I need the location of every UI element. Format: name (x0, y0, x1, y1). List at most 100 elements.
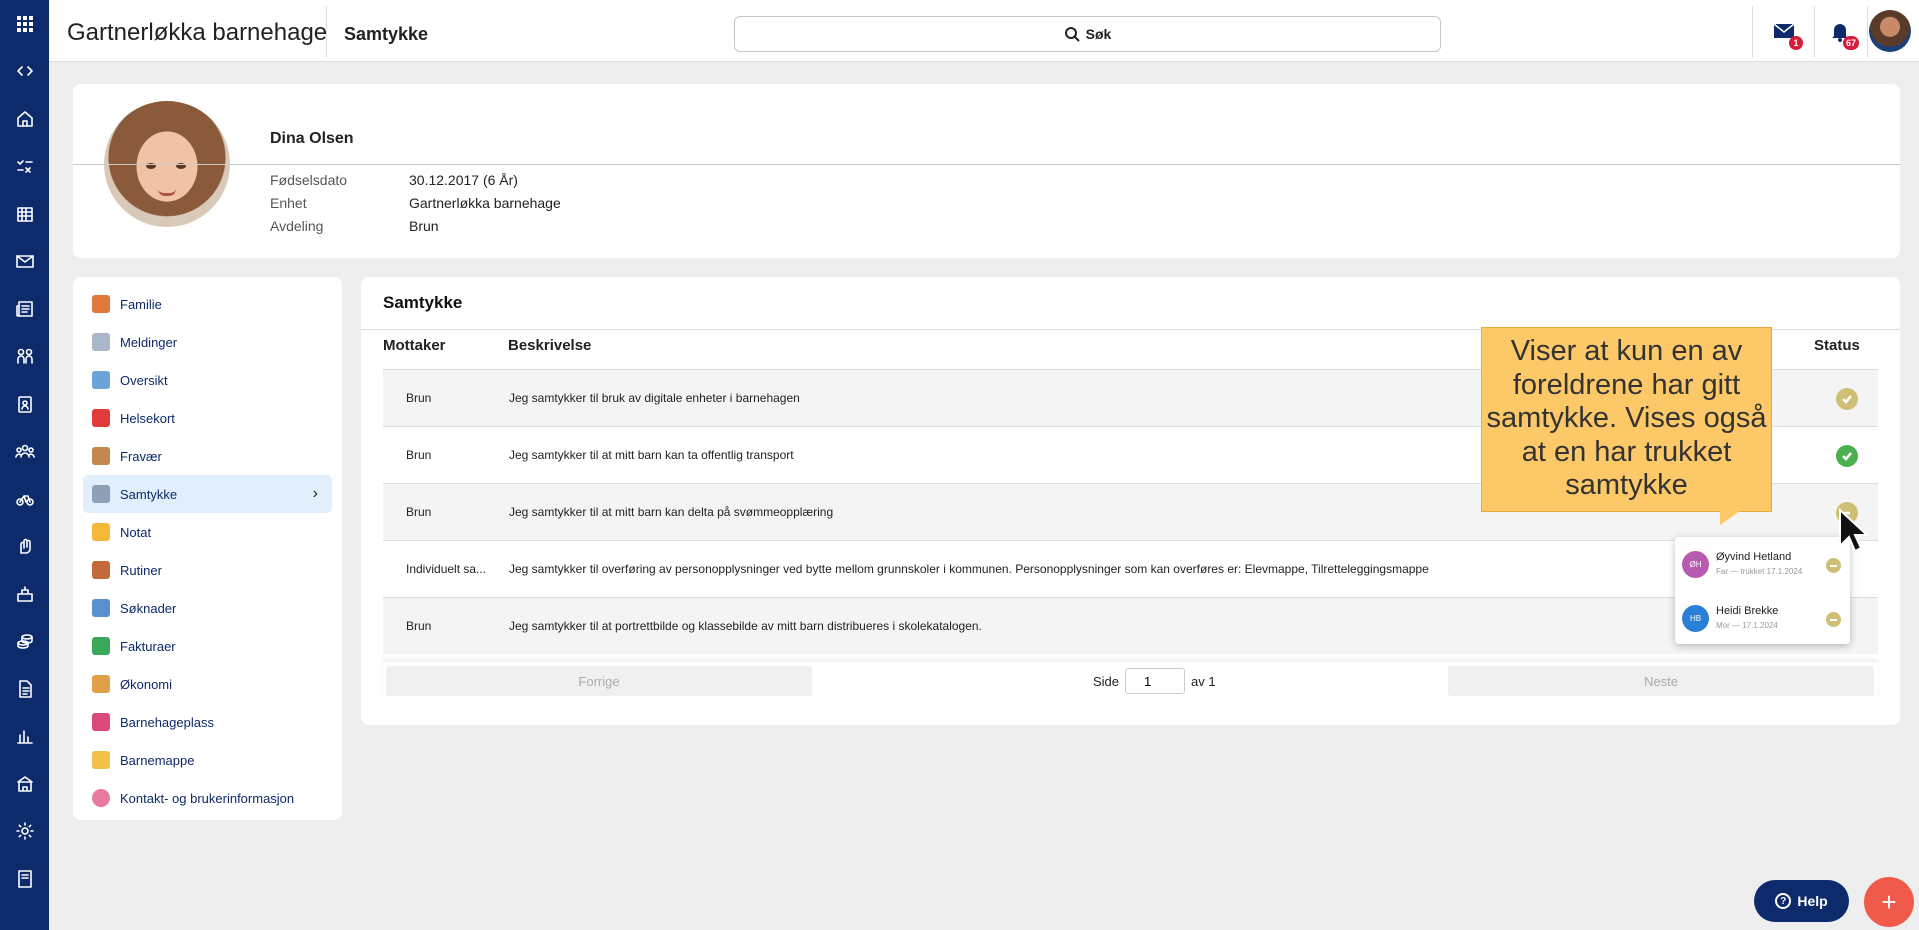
table-row[interactable]: Individuelt sa... Jeg samtykker til over… (383, 540, 1878, 597)
pagination: Forrige Side av 1 Neste (383, 661, 1878, 701)
menu-item-samtykke[interactable]: Samtykke › (83, 475, 332, 513)
coins-icon[interactable] (0, 618, 49, 666)
absence-icon (92, 447, 110, 465)
expand-code-icon[interactable] (0, 48, 49, 96)
withdrawn-status-icon (1826, 558, 1841, 573)
column-header-status[interactable]: Status (1814, 337, 1860, 354)
status-partial-icon[interactable] (1836, 388, 1858, 410)
page-title: Samtykke (344, 24, 429, 44)
menu-item-label: Søknader (120, 600, 177, 616)
divider (1867, 6, 1868, 58)
parent-status: Far — trukket 17.1.2024 (1716, 567, 1803, 576)
child-name: Dina Olsen (270, 130, 354, 147)
bike-icon[interactable] (0, 475, 49, 523)
description-cell: Jeg samtykker til at mitt barn kan ta of… (509, 448, 794, 462)
mail-button[interactable]: 1 (1759, 0, 1809, 62)
description-cell: Jeg samtykker til at portrettbilde og kl… (509, 619, 982, 633)
search-input[interactable]: Søk (734, 16, 1441, 52)
search-label: Søk (1085, 26, 1112, 42)
health-card-icon (92, 409, 110, 427)
column-header-description[interactable]: Beskrivelse (508, 337, 591, 354)
recipient-cell: Brun (406, 391, 432, 405)
consent-status-popover: ØH Øyvind Hetland Far — trukket 17.1.202… (1675, 537, 1850, 644)
description-cell: Jeg samtykker til bruk av digitale enhet… (509, 391, 800, 405)
menu-item-fakturaer[interactable]: Fakturaer (83, 627, 332, 665)
badge-icon[interactable] (0, 380, 49, 428)
help-icon: ? (1775, 893, 1792, 909)
people-icon[interactable] (0, 428, 49, 476)
recipient-cell: Brun (406, 448, 432, 462)
annotation-callout: Viser at kun en av foreldrene har gitt s… (1481, 327, 1772, 512)
menu-item-label: Samtykke (120, 486, 178, 502)
notifications-badge: 67 (1843, 36, 1860, 50)
user-avatar[interactable] (1869, 10, 1911, 52)
folder-icon (92, 751, 110, 769)
menu-item-helsekort[interactable]: Helsekort (83, 399, 332, 437)
home-icon[interactable] (0, 95, 49, 143)
menu-item-notat[interactable]: Notat (83, 513, 332, 551)
next-button[interactable]: Neste (1448, 666, 1874, 696)
divider (326, 6, 327, 58)
notifications-button[interactable]: 67 (1815, 0, 1865, 62)
apps-grid-icon[interactable] (0, 0, 49, 48)
overview-icon (92, 371, 110, 389)
menu-item-label: Oversikt (120, 372, 168, 388)
news-icon[interactable] (0, 285, 49, 333)
menu-item-fravaer[interactable]: Fravær (83, 437, 332, 475)
menu-item-label: Meldinger (120, 334, 178, 350)
menu-item-okonomi[interactable]: Økonomi (83, 665, 332, 703)
school-icon[interactable] (0, 570, 49, 618)
status-approved-icon[interactable] (1836, 445, 1858, 467)
menu-item-label: Rutiner (120, 562, 162, 578)
economy-icon (92, 675, 110, 693)
page-label: Side (1093, 673, 1120, 689)
help-button[interactable]: ? Help (1754, 880, 1849, 922)
menu-item-kontakt[interactable]: Kontakt- og brukerinformasjon (83, 779, 332, 817)
groups-icon[interactable] (0, 333, 49, 381)
document-icon[interactable] (0, 665, 49, 713)
menu-item-label: Fakturaer (120, 638, 176, 654)
routines-icon (92, 561, 110, 579)
parent-name: Øyvind Hetland (1716, 551, 1792, 563)
settings-icon[interactable] (0, 808, 49, 856)
menu-item-barnehageplass[interactable]: Barnehageplass (83, 703, 332, 741)
divider (73, 164, 1900, 165)
table-row[interactable]: Brun Jeg samtykker til at portrettbilde … (383, 597, 1878, 654)
field-label: Fødselsdato (270, 172, 348, 188)
hand-icon[interactable] (0, 523, 49, 571)
left-rail (0, 0, 49, 930)
menu-item-label: Notat (120, 524, 152, 540)
chart-icon[interactable] (0, 713, 49, 761)
mail-icon[interactable] (0, 238, 49, 286)
popover-entry[interactable]: HB Heidi Brekke Mor — 17.1.2024 (1675, 595, 1850, 643)
column-header-recipient[interactable]: Mottaker (383, 337, 446, 354)
menu-item-rutiner[interactable]: Rutiner (83, 551, 332, 589)
add-button[interactable]: + (1864, 877, 1914, 927)
building-icon[interactable] (0, 760, 49, 808)
parent-name: Heidi Brekke (1716, 605, 1779, 617)
menu-item-meldinger[interactable]: Meldinger (83, 323, 332, 361)
field-value: Gartnerløkka barnehage (409, 195, 561, 211)
recipient-cell: Brun (406, 619, 432, 633)
menu-item-label: Familie (120, 296, 162, 312)
page-number-input[interactable] (1125, 668, 1186, 694)
menu-item-barnemappe[interactable]: Barnemappe (83, 741, 332, 779)
pending-status-icon (1826, 612, 1841, 627)
app-title[interactable]: Gartnerløkka barnehage (67, 0, 327, 62)
menu-item-soknader[interactable]: Søknader (83, 589, 332, 627)
divider (1752, 6, 1753, 58)
mail-badge: 1 (1789, 36, 1803, 50)
menu-item-familie[interactable]: Familie (83, 285, 332, 323)
book-icon[interactable] (0, 855, 49, 903)
invoices-icon (92, 637, 110, 655)
child-profile-card: Dina Olsen Fødselsdato 30.12.2017 (6 År)… (73, 84, 1900, 258)
previous-button[interactable]: Forrige (386, 666, 812, 696)
messages-icon (92, 333, 110, 351)
avatar: HB (1682, 605, 1709, 632)
tasks-icon[interactable] (0, 143, 49, 191)
calendar-icon[interactable] (0, 190, 49, 238)
popover-entry[interactable]: ØH Øyvind Hetland Far — trukket 17.1.202… (1675, 541, 1850, 589)
description-cell: Jeg samtykker til at mitt barn kan delta… (509, 505, 834, 519)
recipient-cell: Individuelt sa... (406, 562, 487, 576)
menu-item-oversikt[interactable]: Oversikt (83, 361, 332, 399)
